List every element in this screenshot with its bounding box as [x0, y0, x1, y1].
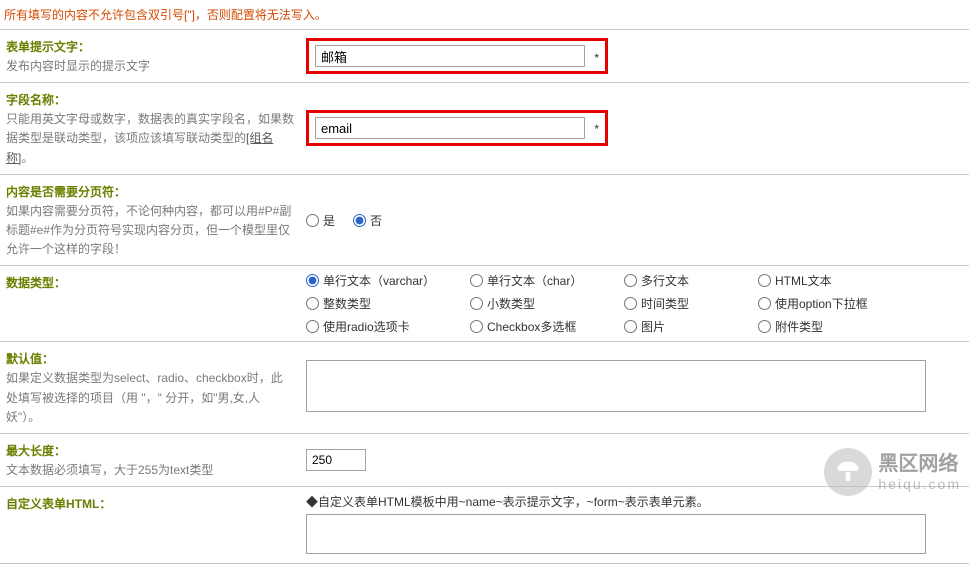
datatype-radio[interactable]: [470, 274, 483, 287]
datatype-radio[interactable]: [470, 320, 483, 333]
row-datatype: 数据类型： 单行文本（varchar） 单行文本（char） 多行文本 HTML文本整…: [0, 266, 969, 342]
watermark: 黑区网络 heiqu.com: [824, 448, 961, 496]
datatype-option[interactable]: 附件类型: [758, 318, 938, 335]
datatype-radio[interactable]: [758, 297, 771, 310]
pagination-desc: 如果内容需要分页符，不论何种内容，都可以用#P#副标题#e#作为分页符号实现内容…: [6, 202, 294, 260]
datatype-option-label: Checkbox多选框: [487, 318, 576, 335]
datatype-radio[interactable]: [470, 297, 483, 310]
required-star: *: [594, 122, 599, 136]
datatype-option-label: 图片: [641, 318, 665, 335]
row-pagination: 内容是否需要分页符： 如果内容需要分页符，不论何种内容，都可以用#P#副标题#e…: [0, 174, 969, 266]
custom-html-label: 自定义表单HTML：: [6, 495, 294, 512]
datatype-option-label: 附件类型: [775, 318, 823, 335]
datatype-radio[interactable]: [624, 297, 637, 310]
default-textarea[interactable]: [306, 360, 926, 412]
field-name-desc: 只能用英文字母或数字，数据表的真实字段名，如果数据类型是联动类型，该项应该填写联…: [6, 110, 294, 168]
pagination-yes-radio[interactable]: [306, 214, 319, 227]
datatype-option[interactable]: HTML文本: [758, 272, 938, 289]
datatype-radio[interactable]: [758, 274, 771, 287]
datatype-radio[interactable]: [306, 320, 319, 333]
display-text-desc: 发布内容时显示的提示文字: [6, 57, 294, 76]
datatype-option[interactable]: 使用radio选项卡: [306, 318, 466, 335]
datatype-option-label: 使用radio选项卡: [323, 318, 410, 335]
pagination-yes[interactable]: 是: [306, 212, 335, 229]
maxlength-input[interactable]: [306, 449, 366, 471]
datatype-option[interactable]: 整数类型: [306, 295, 466, 312]
display-text-label: 表单提示文字：: [6, 38, 294, 55]
pagination-no-radio[interactable]: [353, 214, 366, 227]
mushroom-icon: [824, 448, 872, 496]
datatype-option[interactable]: 单行文本（char）: [470, 272, 620, 289]
display-text-highlight: *: [306, 38, 608, 74]
datatype-radio[interactable]: [306, 297, 319, 310]
field-name-label: 字段名称：: [6, 91, 294, 108]
datatype-option[interactable]: 图片: [624, 318, 754, 335]
datatype-option-label: 多行文本: [641, 272, 689, 289]
field-name-highlight: *: [306, 110, 608, 146]
pagination-label: 内容是否需要分页符：: [6, 183, 294, 200]
custom-html-textarea[interactable]: [306, 514, 926, 554]
datatype-option-label: 使用option下拉框: [775, 295, 868, 312]
watermark-cn: 黑区网络: [878, 452, 961, 476]
row-display-text: 表单提示文字： 发布内容时显示的提示文字 *: [0, 30, 969, 83]
display-text-input[interactable]: [315, 45, 585, 67]
datatype-radio[interactable]: [624, 274, 637, 287]
datatype-option-label: 单行文本（varchar）: [323, 272, 435, 289]
warning-bar: 所有填写的内容不允许包含双引号["]，否则配置将无法写入。: [0, 0, 969, 30]
datatype-option[interactable]: 单行文本（varchar）: [306, 272, 466, 289]
datatype-radio[interactable]: [758, 320, 771, 333]
datatype-option-label: HTML文本: [775, 272, 832, 289]
maxlength-label: 最大长度：: [6, 442, 294, 459]
pagination-no[interactable]: 否: [353, 212, 382, 229]
datatype-radio[interactable]: [624, 320, 637, 333]
datatype-option-label: 时间类型: [641, 295, 689, 312]
default-desc: 如果定义数据类型为select、radio、checkbox时，此处填写被选择的…: [6, 369, 294, 427]
datatype-option-label: 小数类型: [487, 295, 535, 312]
row-field-name: 字段名称： 只能用英文字母或数字，数据表的真实字段名，如果数据类型是联动类型，该…: [0, 83, 969, 175]
default-label: 默认值：: [6, 350, 294, 367]
watermark-en: heiqu.com: [878, 476, 961, 493]
datatype-option[interactable]: 使用option下拉框: [758, 295, 938, 312]
datatype-option[interactable]: 时间类型: [624, 295, 754, 312]
field-name-input[interactable]: [315, 117, 585, 139]
row-default: 默认值： 如果定义数据类型为select、radio、checkbox时，此处填…: [0, 342, 969, 434]
datatype-option[interactable]: 多行文本: [624, 272, 754, 289]
datatype-label: 数据类型：: [6, 274, 294, 291]
datatype-radio[interactable]: [306, 274, 319, 287]
datatype-option-label: 单行文本（char）: [487, 272, 582, 289]
datatype-option-label: 整数类型: [323, 295, 371, 312]
datatype-option[interactable]: Checkbox多选框: [470, 318, 620, 335]
datatype-option[interactable]: 小数类型: [470, 295, 620, 312]
row-custom-html: 自定义表单HTML： ◆自定义表单HTML模板中用~name~表示提示文字，~f…: [0, 487, 969, 564]
maxlength-desc: 文本数据必须填写，大于255为text类型: [6, 461, 294, 480]
required-star: *: [594, 51, 599, 65]
datatype-options: 单行文本（varchar） 单行文本（char） 多行文本 HTML文本整数类型 小数类…: [306, 272, 963, 335]
